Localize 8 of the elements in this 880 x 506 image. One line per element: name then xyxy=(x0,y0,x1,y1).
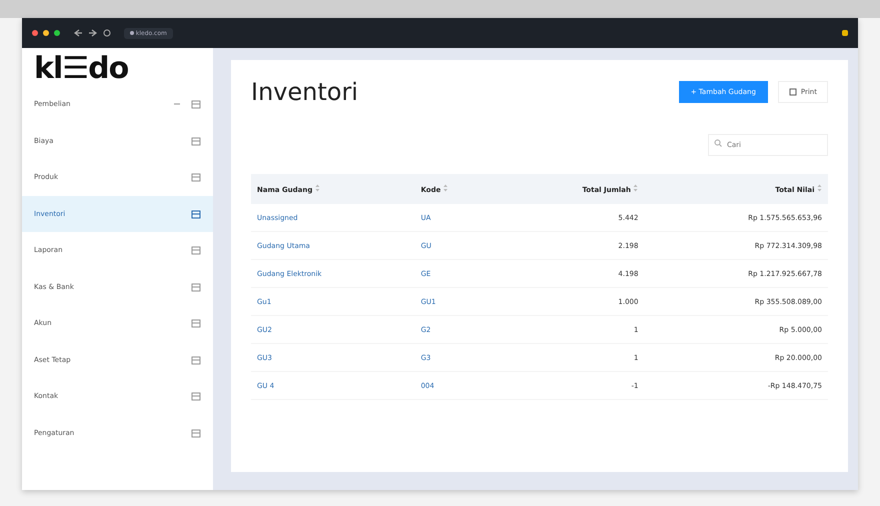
search-icon xyxy=(714,139,722,147)
logo: kl☰do xyxy=(33,52,130,86)
navigation-icon[interactable] xyxy=(73,28,111,38)
maximize-dot-icon[interactable] xyxy=(54,30,60,36)
extension-icon[interactable] xyxy=(842,30,848,36)
minimize-dot-icon[interactable] xyxy=(43,30,49,36)
page-title: Inventori xyxy=(251,78,360,106)
close-dot-icon[interactable] xyxy=(32,30,38,36)
